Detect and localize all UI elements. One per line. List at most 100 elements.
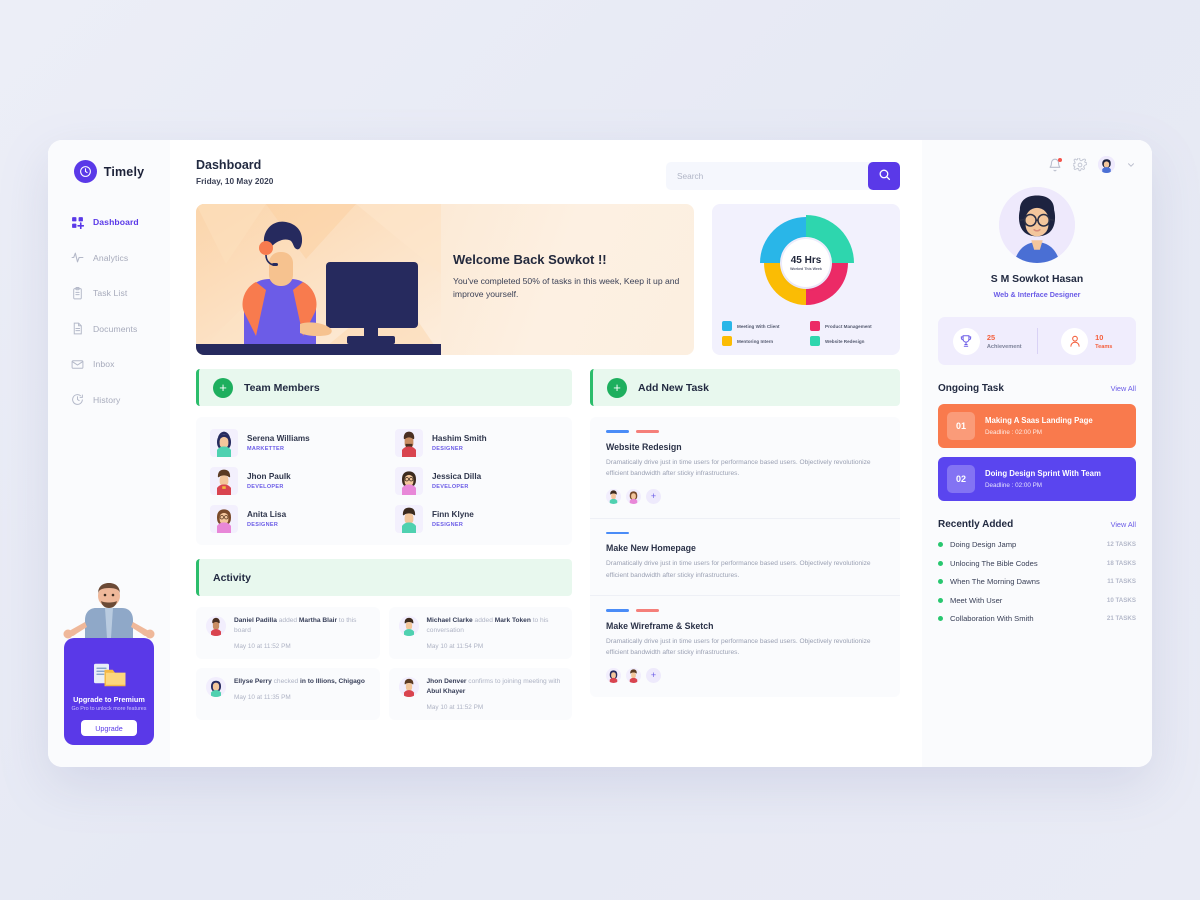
activity-action: added [278,617,298,624]
donut-value: 45 Hrs [790,255,822,266]
plus-icon[interactable]: + [213,377,233,398]
stat-text: 25 Achievement [987,333,1022,350]
list-item[interactable]: Unlocing The Bible Codes 18 TASKS [938,559,1136,568]
history-clock-icon [70,393,84,407]
task-tag [606,531,629,535]
activity-action: added [474,617,493,624]
list-item[interactable]: 02 Doing Design Sprint With Team Deadlin… [938,457,1136,501]
search-button[interactable] [868,162,900,190]
list-item[interactable]: Jhon Paulk DEVELOPER [210,467,373,495]
list-item[interactable]: Collaboration With Smith 21 TASKS [938,614,1136,623]
grid-add-icon [70,215,84,229]
task-card[interactable]: Website Redesign Dramatically drive just… [590,417,900,519]
item-label: Collaboration With Smith [950,614,1034,623]
member-info: Serena Williams MARKETTER [247,434,310,452]
sidebar-item-inbox[interactable]: Inbox [70,351,170,377]
legend-item: Meeting With Client [722,321,802,331]
activity-time: May 10 at 11:52 PM [234,642,291,650]
plus-icon[interactable]: + [607,377,627,398]
list-item[interactable]: Jhon Denver confirms to joining meeting … [388,667,572,720]
list-item[interactable]: Michael Clarke added Mark Token to his c… [388,607,572,659]
sidebar-item-label: History [93,394,121,405]
activity-actor: Ellyse Perry [234,677,272,685]
task-info: Making A Saas Landing Page Deadline : 02… [985,416,1093,436]
chevron-down-icon[interactable] [1126,160,1136,170]
item-label: Unlocing The Bible Codes [950,558,1038,568]
list-item[interactable]: Doing Design Jamp 12 TASKS [938,540,1136,549]
list-item[interactable]: Serena Williams MARKETTER [210,429,373,457]
member-info: Hashim Smith DESIGNER [432,434,487,452]
member-info: Jessica Dilla DEVELOPER [432,472,481,490]
legend-item: Mentoring Intern [722,336,802,346]
profile-stats: 25 Achievement 10 Teams [938,317,1136,365]
avatar [606,667,621,683]
avatar [210,429,238,457]
dashboard-app-window: Timely Dashboard Analytics Task List Doc… [48,140,1152,767]
list-item[interactable]: Meet With User 10 TASKS [938,596,1136,605]
upgrade-title: Upgrade to Premium [73,694,145,704]
list-item[interactable]: Finn Klyne DESIGNER [395,505,558,533]
list-item[interactable]: Ellyse Perry checked in to Illions, Chig… [196,667,380,720]
task-card[interactable]: Make Wireframe & Sketch Dramatically dri… [590,596,900,697]
member-role: DEVELOPER [432,484,469,490]
sidebar-item-history[interactable]: History [70,387,170,413]
page-heading: Dashboard Friday, 10 May 2020 [196,158,273,186]
status-dot [938,597,943,603]
sidebar-item-analytics[interactable]: Analytics [70,245,170,271]
legend-swatch [722,336,732,346]
activity-target: Abul Khayer [426,687,466,695]
legend-swatch [810,321,820,331]
list-item[interactable]: Daniel Padilla added Martha Blair to thi… [196,607,380,659]
ongoing-task-header: Ongoing Task View All [938,383,1136,394]
task-list: Website Redesign Dramatically drive just… [590,417,900,697]
add-assignee-button[interactable]: + [646,667,661,683]
search-box [666,162,900,190]
person-icon [1061,327,1089,355]
task-number: 02 [947,465,975,493]
task-count: 11 TASKS [1107,578,1136,585]
list-item[interactable]: When The Morning Dawns 11 TASKS [938,577,1136,586]
view-all-link[interactable]: View All [1111,384,1136,393]
sidebar-item-task-list[interactable]: Task List [70,280,170,306]
task-tags [606,609,884,612]
member-name: Finn Klyne [432,510,474,519]
task-tag [606,609,629,612]
list-item[interactable]: Jessica Dilla DEVELOPER [395,467,558,495]
stat-achievement: 25 Achievement [938,327,1037,355]
section-title: Team Members [244,381,320,394]
tasks-column: + Add New Task Website Redesign Dramatic… [590,369,900,720]
stat-teams: 10 Teams [1038,327,1137,355]
ongoing-task-list: 01 Making A Saas Landing Page Deadline :… [938,404,1136,501]
avatar [210,505,238,533]
legend-item: Product Management [810,321,890,331]
upgrade-button[interactable]: Upgrade [81,720,137,736]
welcome-body: You've completed 50% of tasks in this we… [453,276,680,300]
sidebar-nav: Dashboard Analytics Task List Documents [48,209,170,413]
list-item[interactable]: 01 Making A Saas Landing Page Deadline :… [938,404,1136,448]
task-card[interactable]: Make New Homepage Dramatically drive jus… [590,519,900,597]
user-avatar[interactable] [1098,156,1115,173]
activity-time: May 10 at 11:52 PM [426,703,484,711]
view-all-link[interactable]: View All [1111,520,1136,529]
legend-label: Mentoring Intern [737,338,774,344]
gear-icon[interactable] [1073,157,1087,172]
member-name: Anita Lisa [247,510,287,519]
recently-added-list: Doing Design Jamp 12 TASKS Unlocing The B… [938,540,1136,623]
sidebar-item-dashboard[interactable]: Dashboard [70,209,170,235]
task-tag [606,430,629,433]
legend-item: Website Redesign [810,336,890,346]
list-item[interactable]: Anita Lisa DESIGNER [210,505,373,533]
avatar [395,505,423,533]
sidebar-item-label: Dashboard [93,217,139,227]
status-dot [938,616,943,621]
bell-icon[interactable] [1048,157,1062,172]
search-input[interactable] [666,162,872,190]
sidebar-item-documents[interactable]: Documents [70,316,170,342]
member-role: MARKETTER [247,446,285,452]
status-dot [938,542,943,547]
profile-name: S M Sowkot Hasan [990,274,1084,285]
stat-label: Teams [1095,343,1113,350]
list-item[interactable]: Hashim Smith DESIGNER [395,429,558,457]
stat-value: 25 [986,332,996,342]
add-assignee-button[interactable]: + [646,488,661,504]
